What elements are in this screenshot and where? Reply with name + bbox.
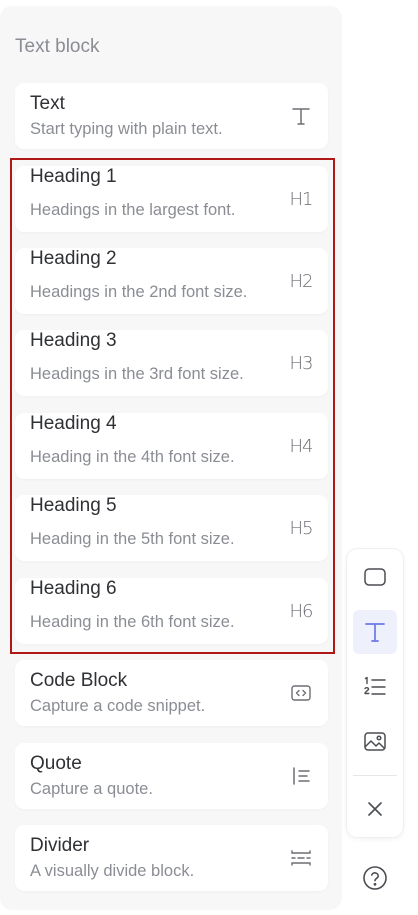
- square-icon[interactable]: [353, 555, 397, 599]
- text-icon: [288, 103, 314, 129]
- block-item-divider[interactable]: Divider A visually divide block.: [15, 825, 328, 891]
- block-title: Heading 1: [30, 166, 117, 187]
- block-title: Heading 5: [30, 495, 117, 516]
- h1-icon: H1: [289, 188, 314, 210]
- block-title: Text: [30, 93, 65, 114]
- block-desc: Start typing with plain text.: [30, 120, 223, 138]
- h6-icon: H6: [289, 600, 314, 622]
- block-item-heading-1[interactable]: Heading 1 Headings in the largest font. …: [15, 166, 328, 232]
- help-icon[interactable]: [355, 858, 395, 898]
- block-desc: Headings in the 3rd font size.: [30, 365, 244, 383]
- block-title: Code Block: [30, 670, 128, 691]
- text-icon[interactable]: [353, 610, 397, 654]
- quote-icon: [288, 763, 314, 789]
- close-icon[interactable]: [353, 787, 397, 831]
- block-title: Heading 6: [30, 578, 117, 599]
- block-desc: Headings in the largest font.: [30, 201, 236, 219]
- block-title: Heading 4: [30, 413, 117, 434]
- block-item-heading-2[interactable]: Heading 2 Headings in the 2nd font size.…: [15, 248, 328, 314]
- block-item-heading-5[interactable]: Heading 5 Heading in the 5th font size. …: [15, 495, 328, 561]
- h5-icon: H5: [289, 517, 314, 539]
- text-block-panel: Text block Text Start typing with plain …: [0, 6, 342, 910]
- block-desc: Capture a code snippet.: [30, 697, 206, 715]
- block-item-text[interactable]: Text Start typing with plain text.: [15, 83, 328, 149]
- block-title: Heading 3: [30, 330, 117, 351]
- divider-icon: [288, 845, 314, 871]
- code-icon: [288, 680, 314, 706]
- block-desc: Capture a quote.: [30, 780, 153, 798]
- h2-icon: H2: [289, 270, 314, 292]
- block-desc: Heading in the 4th font size.: [30, 448, 235, 466]
- block-desc: Headings in the 2nd font size.: [30, 283, 248, 301]
- block-title: Heading 2: [30, 248, 117, 269]
- block-title: Quote: [30, 753, 82, 774]
- block-item-quote[interactable]: Quote Capture a quote.: [15, 743, 328, 809]
- block-title: Divider: [30, 835, 90, 856]
- block-desc: Heading in the 5th font size.: [30, 530, 235, 548]
- block-item-heading-4[interactable]: Heading 4 Heading in the 4th font size. …: [15, 413, 328, 479]
- toolbar-divider: [353, 775, 397, 776]
- h3-icon: H3: [289, 352, 314, 374]
- side-toolbar: [347, 549, 403, 837]
- section-title: Text block: [15, 36, 100, 57]
- block-item-heading-6[interactable]: Heading 6 Heading in the 6th font size. …: [15, 578, 328, 644]
- block-desc: A visually divide block.: [30, 862, 195, 880]
- h4-icon: H4: [289, 435, 314, 457]
- block-item-code[interactable]: Code Block Capture a code snippet.: [15, 660, 328, 726]
- block-desc: Heading in the 6th font size.: [30, 613, 235, 631]
- numbered-list-icon[interactable]: [353, 665, 397, 709]
- block-item-heading-3[interactable]: Heading 3 Headings in the 3rd font size.…: [15, 330, 328, 396]
- image-icon[interactable]: [353, 720, 397, 764]
